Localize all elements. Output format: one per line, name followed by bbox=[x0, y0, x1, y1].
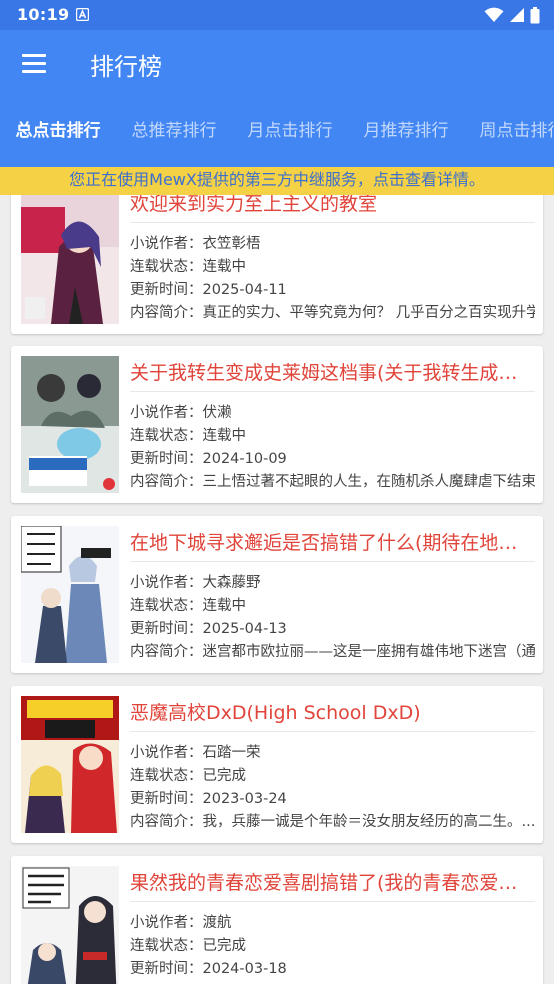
book-status: 连载状态：连载中 bbox=[130, 598, 246, 614]
tab-monthly-clicks[interactable]: 月点击排行 bbox=[232, 110, 348, 164]
tab-monthly-recommend[interactable]: 月推荐排行 bbox=[348, 110, 464, 164]
tab-bar: 总点击排行 总推荐排行 月点击排行 月推荐排行 周点击排行 bbox=[0, 110, 554, 167]
book-card[interactable]: 在地下城寻求邂逅是否搞错了什么(期待在地下城邂逅有错吗) 小说作者：大森藤野 连… bbox=[11, 516, 543, 673]
app-bar: 排行榜 总点击排行 总推荐排行 月点击排行 月推荐排行 周点击排行 bbox=[0, 30, 554, 167]
book-status: 连载状态：已完成 bbox=[130, 938, 246, 954]
book-updated: 更新时间：2024-03-18 bbox=[130, 961, 287, 977]
book-status: 连载状态：已完成 bbox=[130, 768, 246, 784]
menu-icon[interactable] bbox=[22, 54, 48, 74]
book-updated: 更新时间：2025-04-13 bbox=[130, 621, 287, 637]
divider bbox=[130, 561, 535, 562]
status-bar: 10:19 bbox=[0, 0, 554, 30]
divider bbox=[130, 901, 535, 902]
book-summary: 内容简介：我，兵藤一诚是个年龄＝没女朋友经历的高二生。... bbox=[130, 814, 535, 830]
book-cover[interactable] bbox=[21, 526, 119, 663]
book-cover[interactable] bbox=[21, 356, 119, 493]
battery-icon bbox=[530, 6, 540, 23]
book-summary: 内容简介：迷宫都市欧拉丽——这是一座拥有雄伟地下迷宫（通称 bbox=[130, 644, 535, 660]
book-cover[interactable] bbox=[21, 696, 119, 833]
book-author: 小说作者：渡航 bbox=[130, 915, 232, 931]
book-cover[interactable] bbox=[21, 195, 119, 324]
book-summary: 内容简介：三上悟过著不起眼的人生，在随机杀人魔肆虐下结束了 bbox=[130, 474, 535, 490]
status-time: 10:19 bbox=[17, 5, 70, 24]
divider bbox=[130, 731, 535, 732]
book-author: 小说作者：石踏一荣 bbox=[130, 745, 261, 761]
book-title[interactable]: 在地下城寻求邂逅是否搞错了什么(期待在地下城邂逅有错吗) bbox=[130, 528, 532, 555]
book-title[interactable]: 关于我转生变成史莱姆这档事(关于我转生成为史莱姆的那件事) bbox=[130, 358, 532, 385]
book-card[interactable]: 关于我转生变成史莱姆这档事(关于我转生成为史莱姆的那件事) 小说作者：伏濑 连载… bbox=[11, 346, 543, 503]
book-list: 欢迎来到实力至上主义的教室 小说作者：衣笠彰梧 连载状态：连载中 更新时间：20… bbox=[0, 195, 554, 984]
book-card[interactable]: 恶魔高校DxD(High School DxD) 小说作者：石踏一荣 连载状态：… bbox=[11, 686, 543, 843]
book-title[interactable]: 恶魔高校DxD(High School DxD) bbox=[130, 698, 532, 725]
status-icons bbox=[484, 6, 540, 24]
book-title[interactable]: 欢迎来到实力至上主义的教室 bbox=[130, 195, 532, 216]
tab-total-clicks[interactable]: 总点击排行 bbox=[0, 110, 116, 164]
book-card[interactable]: 欢迎来到实力至上主义的教室 小说作者：衣笠彰梧 连载状态：连载中 更新时间：20… bbox=[11, 195, 543, 334]
signal-icon bbox=[510, 8, 524, 22]
tab-total-recommend[interactable]: 总推荐排行 bbox=[116, 110, 232, 164]
book-author: 小说作者：大森藤野 bbox=[130, 575, 261, 591]
notification-a-icon bbox=[76, 8, 89, 21]
book-summary: 内容简介：真正的实力、平等究竟为何？ 几乎百分之百实现升学 bbox=[130, 305, 535, 321]
book-updated: 更新时间：2024-10-09 bbox=[130, 451, 287, 467]
wifi-icon bbox=[484, 7, 504, 22]
relay-notice-banner[interactable]: 您正在使用MewX提供的第三方中继服务，点击查看详情。 bbox=[0, 167, 554, 195]
divider bbox=[130, 391, 535, 392]
book-status: 连载状态：连载中 bbox=[130, 259, 246, 275]
divider bbox=[130, 222, 535, 223]
book-author: 小说作者：衣笠彰梧 bbox=[130, 236, 261, 252]
book-title[interactable]: 果然我的青春恋爱喜剧搞错了(我的青春恋爱物语果然有问题) bbox=[130, 868, 532, 895]
book-card[interactable]: 果然我的青春恋爱喜剧搞错了(我的青春恋爱物语果然有问题) 小说作者：渡航 连载状… bbox=[11, 856, 543, 984]
book-author: 小说作者：伏濑 bbox=[130, 405, 232, 421]
book-updated: 更新时间：2025-04-11 bbox=[130, 282, 287, 298]
book-cover[interactable] bbox=[21, 866, 119, 984]
book-updated: 更新时间：2023-03-24 bbox=[130, 791, 287, 807]
page-title: 排行榜 bbox=[90, 53, 162, 81]
book-status: 连载状态：连载中 bbox=[130, 428, 246, 444]
tab-weekly-clicks[interactable]: 周点击排行 bbox=[464, 110, 554, 164]
